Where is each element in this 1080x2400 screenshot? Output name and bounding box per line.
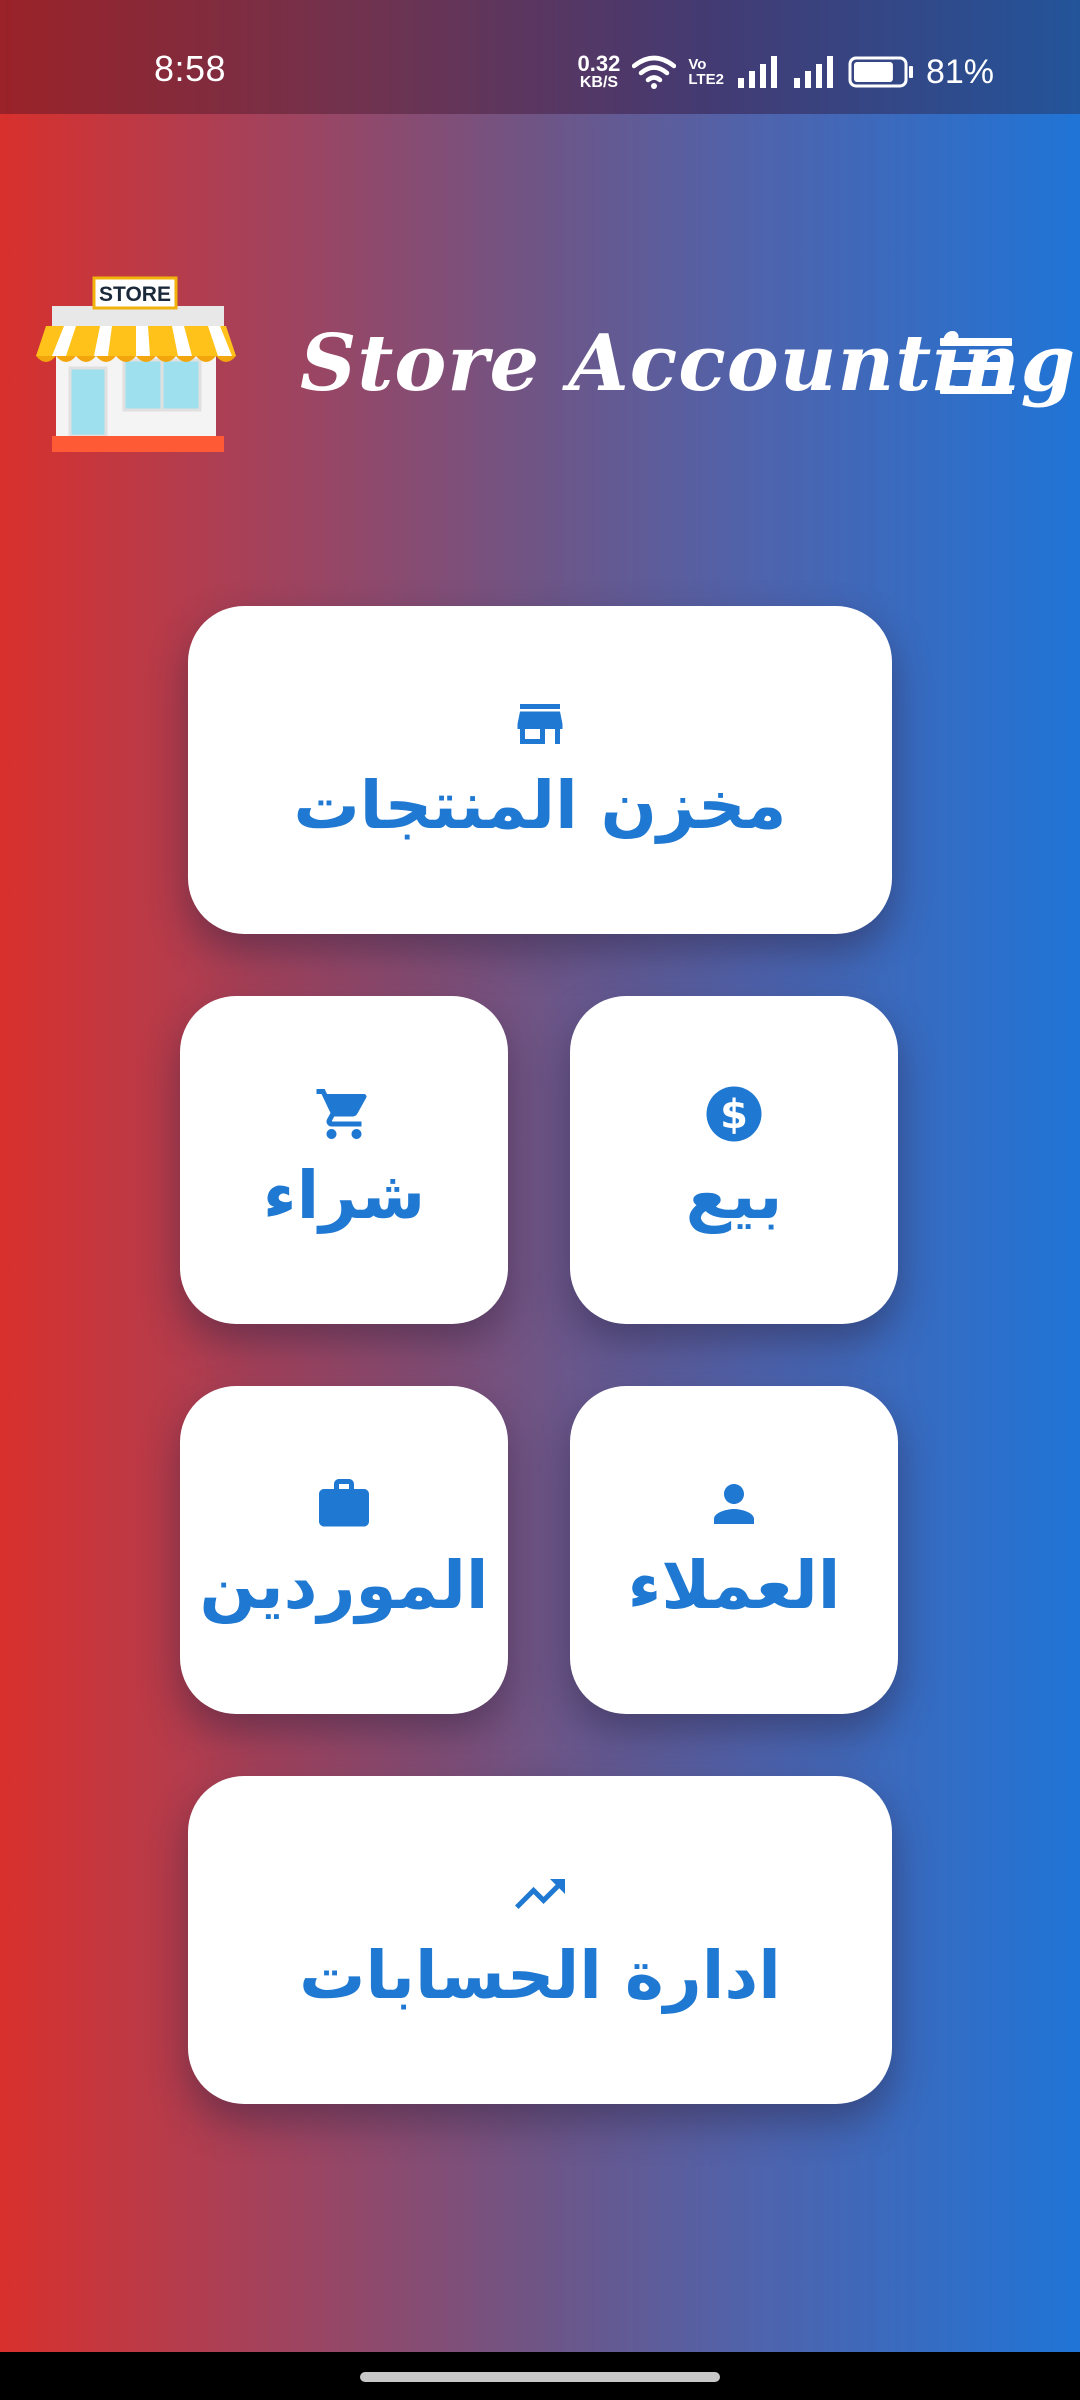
trending-up-icon	[515, 1879, 565, 1910]
status-icons: 0.32 KB/S Vo LTE2 81%	[578, 48, 994, 96]
volte-indicator: Vo LTE2	[688, 57, 724, 87]
dollar-icon: $	[706, 1086, 762, 1142]
battery-icon	[848, 56, 913, 88]
customers-button[interactable]: العملاء	[570, 1386, 898, 1714]
battery-percent: 81%	[925, 52, 994, 91]
menu-line	[940, 338, 1012, 346]
accounts-management-button[interactable]: ادارة الحسابات	[188, 1776, 892, 2104]
menu-line	[940, 386, 1012, 394]
network-speed-value: 0.32	[577, 51, 621, 76]
status-time: 8:58	[154, 48, 227, 89]
store-logo: STORE	[36, 276, 236, 452]
briefcase-icon	[319, 1479, 369, 1527]
purchase-button[interactable]: شراء	[180, 996, 508, 1324]
sale-label: بيع	[685, 1157, 783, 1235]
network-speed: 0.32 KB/S	[578, 53, 621, 91]
sale-button[interactable]: $ بيع	[570, 996, 898, 1324]
signal-strength-icon-sim1	[737, 56, 777, 88]
system-navigation-bar	[0, 2352, 1080, 2400]
products-warehouse-button[interactable]: مخزن المنتجات	[188, 606, 892, 934]
person-icon	[714, 1484, 754, 1525]
customers-label: العملاء	[627, 1547, 841, 1625]
purchase-label: شراء	[262, 1157, 426, 1235]
cart-icon	[316, 1089, 367, 1140]
wifi-icon	[632, 55, 677, 89]
store-icon	[517, 704, 563, 745]
suppliers-button[interactable]: الموردين	[180, 1386, 508, 1714]
products-warehouse-label: مخزن المنتجات	[293, 767, 787, 845]
home-gesture-handle[interactable]	[360, 2372, 720, 2382]
network-speed-unit: KB/S	[579, 74, 619, 91]
status-bar: 8:58 0.32 KB/S Vo LTE2 81%	[0, 0, 1080, 114]
volte-bottom: LTE2	[688, 71, 724, 88]
logo-sign-text: STORE	[99, 283, 171, 306]
suppliers-label: الموردين	[199, 1547, 489, 1625]
home-screen: 8:58 0.32 KB/S Vo LTE2 81% STORE Store A…	[0, 0, 1080, 2352]
menu-line	[940, 362, 1012, 370]
volte-top: Vo	[688, 56, 707, 73]
hamburger-menu-icon[interactable]	[940, 338, 1012, 394]
accounts-management-label: ادارة الحسابات	[299, 1937, 781, 2015]
signal-strength-icon-sim2	[793, 56, 833, 88]
svg-text:$: $	[720, 1092, 748, 1138]
